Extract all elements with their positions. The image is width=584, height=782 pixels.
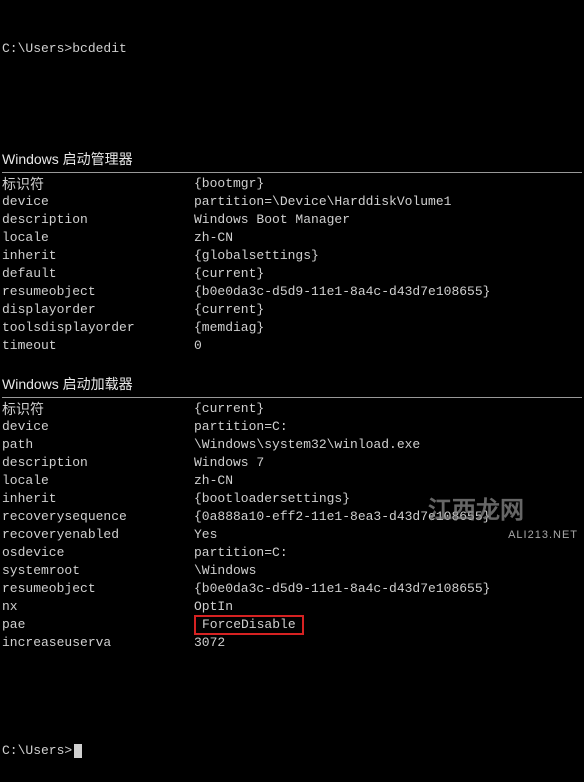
row-key: locale <box>2 472 194 490</box>
row-key: device <box>2 418 194 436</box>
section-header: Windows 启动管理器 <box>2 148 582 170</box>
output-row: 标识符{current} <box>2 400 582 418</box>
row-value: \Windows\system32\winload.exe <box>194 436 420 454</box>
terminal-output[interactable]: C:\Users>bcdedit Windows 启动管理器标识符{bootmg… <box>0 0 584 782</box>
row-key: device <box>2 193 194 211</box>
row-key: osdevice <box>2 544 194 562</box>
output-row: localezh-CN <box>2 229 582 247</box>
row-value: {bootmgr} <box>194 175 264 193</box>
highlight-box: ForceDisable <box>194 615 304 635</box>
output-row: descriptionWindows Boot Manager <box>2 211 582 229</box>
row-value: Windows Boot Manager <box>194 211 350 229</box>
row-key: resumeobject <box>2 580 194 598</box>
output-row: localezh-CN <box>2 472 582 490</box>
row-value: Yes <box>194 526 217 544</box>
blank-line <box>2 688 582 706</box>
row-key: inherit <box>2 247 194 265</box>
output-row: devicepartition=\Device\HarddiskVolume1 <box>2 193 582 211</box>
row-key: 标识符 <box>2 175 194 193</box>
blank-line <box>2 94 582 112</box>
output-row: increaseuserva3072 <box>2 634 582 652</box>
row-key: path <box>2 436 194 454</box>
row-value: {b0e0da3c-d5d9-11e1-8a4c-d43d7e108655} <box>194 283 490 301</box>
output-row: systemroot\Windows <box>2 562 582 580</box>
row-value: Windows 7 <box>194 454 264 472</box>
row-value: {bootloadersettings} <box>194 490 350 508</box>
output-row: displayorder{current} <box>2 301 582 319</box>
divider <box>2 397 582 398</box>
output-row: inherit{bootloadersettings} <box>2 490 582 508</box>
prompt: C:\Users> <box>2 41 72 56</box>
prompt: C:\Users> <box>2 743 72 758</box>
output-row: recoveryenabledYes <box>2 526 582 544</box>
row-value: partition=C: <box>194 418 288 436</box>
row-key: toolsdisplayorder <box>2 319 194 337</box>
row-value: {current} <box>194 265 264 283</box>
row-key: resumeobject <box>2 283 194 301</box>
blank-line <box>2 355 582 373</box>
row-value: {current} <box>194 301 264 319</box>
row-key: timeout <box>2 337 194 355</box>
row-key: locale <box>2 229 194 247</box>
cursor-icon <box>74 744 82 758</box>
output-row: timeout0 <box>2 337 582 355</box>
row-key: default <box>2 265 194 283</box>
output-row: default{current} <box>2 265 582 283</box>
row-value: zh-CN <box>194 229 233 247</box>
output-row: recoverysequence{0a888a10-eff2-11e1-8ea3… <box>2 508 582 526</box>
output-row: nxOptIn <box>2 598 582 616</box>
row-value: zh-CN <box>194 472 233 490</box>
row-key: recoveryenabled <box>2 526 194 544</box>
output-row: resumeobject{b0e0da3c-d5d9-11e1-8a4c-d43… <box>2 580 582 598</box>
output-row: path\Windows\system32\winload.exe <box>2 436 582 454</box>
row-key: description <box>2 211 194 229</box>
row-key: displayorder <box>2 301 194 319</box>
row-value: ForceDisable <box>194 615 304 635</box>
output-row: osdevicepartition=C: <box>2 544 582 562</box>
divider <box>2 172 582 173</box>
output-row: paeForceDisable <box>2 616 582 634</box>
row-value: {current} <box>194 400 264 418</box>
row-value: {b0e0da3c-d5d9-11e1-8a4c-d43d7e108655} <box>194 580 490 598</box>
row-key: increaseuserva <box>2 634 194 652</box>
row-key: systemroot <box>2 562 194 580</box>
row-value: 3072 <box>194 634 225 652</box>
row-value: OptIn <box>194 598 233 616</box>
section-header: Windows 启动加载器 <box>2 373 582 395</box>
row-key: inherit <box>2 490 194 508</box>
command-line: C:\Users>bcdedit <box>2 40 582 58</box>
output-row: devicepartition=C: <box>2 418 582 436</box>
row-value: 0 <box>194 337 202 355</box>
output-row: toolsdisplayorder{memdiag} <box>2 319 582 337</box>
command-text: bcdedit <box>72 41 127 56</box>
row-value: partition=C: <box>194 544 288 562</box>
final-prompt-line: C:\Users> <box>2 742 582 760</box>
row-key: 标识符 <box>2 400 194 418</box>
output-row: descriptionWindows 7 <box>2 454 582 472</box>
row-value: \Windows <box>194 562 256 580</box>
row-value: {globalsettings} <box>194 247 319 265</box>
output-row: 标识符{bootmgr} <box>2 175 582 193</box>
row-key: recoverysequence <box>2 508 194 526</box>
row-key: nx <box>2 598 194 616</box>
row-value: {0a888a10-eff2-11e1-8ea3-d43d7e108655} <box>194 508 490 526</box>
row-key: description <box>2 454 194 472</box>
output-row: inherit{globalsettings} <box>2 247 582 265</box>
row-key: pae <box>2 616 194 634</box>
output-row: resumeobject{b0e0da3c-d5d9-11e1-8a4c-d43… <box>2 283 582 301</box>
row-value: {memdiag} <box>194 319 264 337</box>
row-value: partition=\Device\HarddiskVolume1 <box>194 193 451 211</box>
